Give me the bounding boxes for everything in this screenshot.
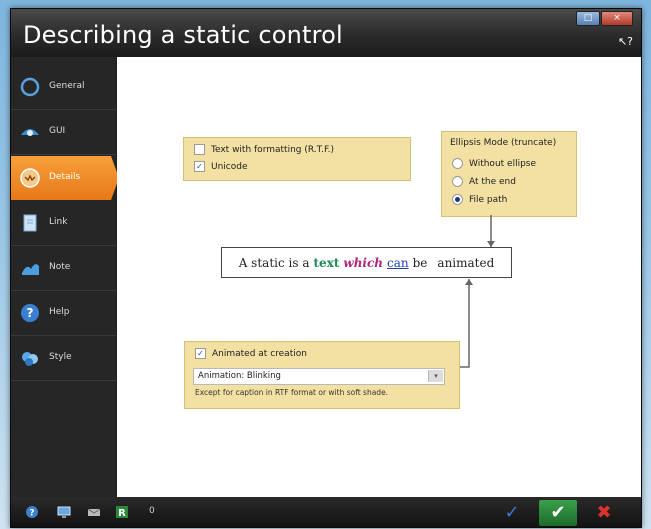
animation-dropdown[interactable]: Animation: Blinking ▾ [193,368,445,385]
preview-word-can: can [387,255,409,270]
monitor-icon[interactable] [57,505,71,519]
preview-word: A static is a [238,255,310,270]
mail-icon[interactable] [87,505,101,519]
details-panel: Text with formatting (R.T.F.) ✓ Unicode … [117,57,641,497]
window-controls: □ × [576,11,633,26]
sidebar-item-label: Help [49,307,70,317]
sidebar-item-label: Note [49,262,71,272]
cancel-button[interactable]: ✖ [585,500,623,526]
options-dropdown-button[interactable]: ✓ [493,500,531,526]
static-preview: A static is a text which can be animated [221,247,512,278]
animated-checkbox[interactable]: ✓ [195,348,206,359]
window-title: Describing a static control [23,21,343,49]
animated-label: Animated at creation [212,348,307,359]
sidebar-item-label: Link [49,217,68,227]
sidebar: General GUI Details Link Note ? Help Sty… [11,57,119,497]
sidebar-item-gui[interactable]: GUI [11,110,116,155]
sidebar-item-style[interactable]: Style [11,336,116,381]
animation-note: Except for caption in RTF format or with… [195,388,389,397]
animated-option[interactable]: ✓ Animated at creation [195,348,307,359]
ring-icon [20,77,40,97]
close-button[interactable]: × [601,11,633,26]
help-icon[interactable]: ? [25,505,39,519]
dropdown-value: Animation: Blinking [198,371,281,381]
note-icon [22,264,39,275]
chevron-down-icon[interactable]: ▾ [428,370,443,382]
sidebar-item-link[interactable]: Link [11,201,116,246]
sidebar-item-note[interactable]: Note [11,246,116,291]
animation-box: ✓ Animated at creation Animation: Blinki… [184,341,460,409]
sidebar-item-details[interactable]: Details [11,156,119,200]
sidebar-item-general[interactable]: General [11,65,116,110]
maximize-button[interactable]: □ [576,11,600,26]
sidebar-item-label: General [49,81,85,91]
ok-button[interactable]: ✔ [539,500,577,526]
mask-icon [20,168,40,188]
preview-word: be [412,255,428,270]
sidebar-item-help[interactable]: ? Help [11,291,116,336]
r-icon[interactable]: R [115,505,129,519]
bottom-bar: ? R 0 ✓ ✔ ✖ [11,497,641,527]
help-icon: ? [21,304,39,322]
sidebar-item-label: Details [49,172,81,182]
document-icon [23,214,37,232]
svg-text:?: ? [27,306,34,320]
sidebar-item-label: GUI [49,126,66,136]
title-bar: Describing a static control □ × ↖? [11,9,641,57]
svg-text:R: R [118,508,126,519]
eye-icon [21,129,39,136]
sidebar-item-label: Style [49,352,72,362]
preview-word-which: which [343,255,384,270]
svg-text:?: ? [29,509,34,519]
dialog-window: Describing a static control □ × ↖? Gener… [10,8,642,528]
preview-word-text: text [313,255,340,270]
item-count: 0 [149,506,155,516]
preview-word-animated: animated [437,255,495,270]
style-icon [22,352,38,366]
context-help-icon[interactable]: ↖? [618,35,633,48]
